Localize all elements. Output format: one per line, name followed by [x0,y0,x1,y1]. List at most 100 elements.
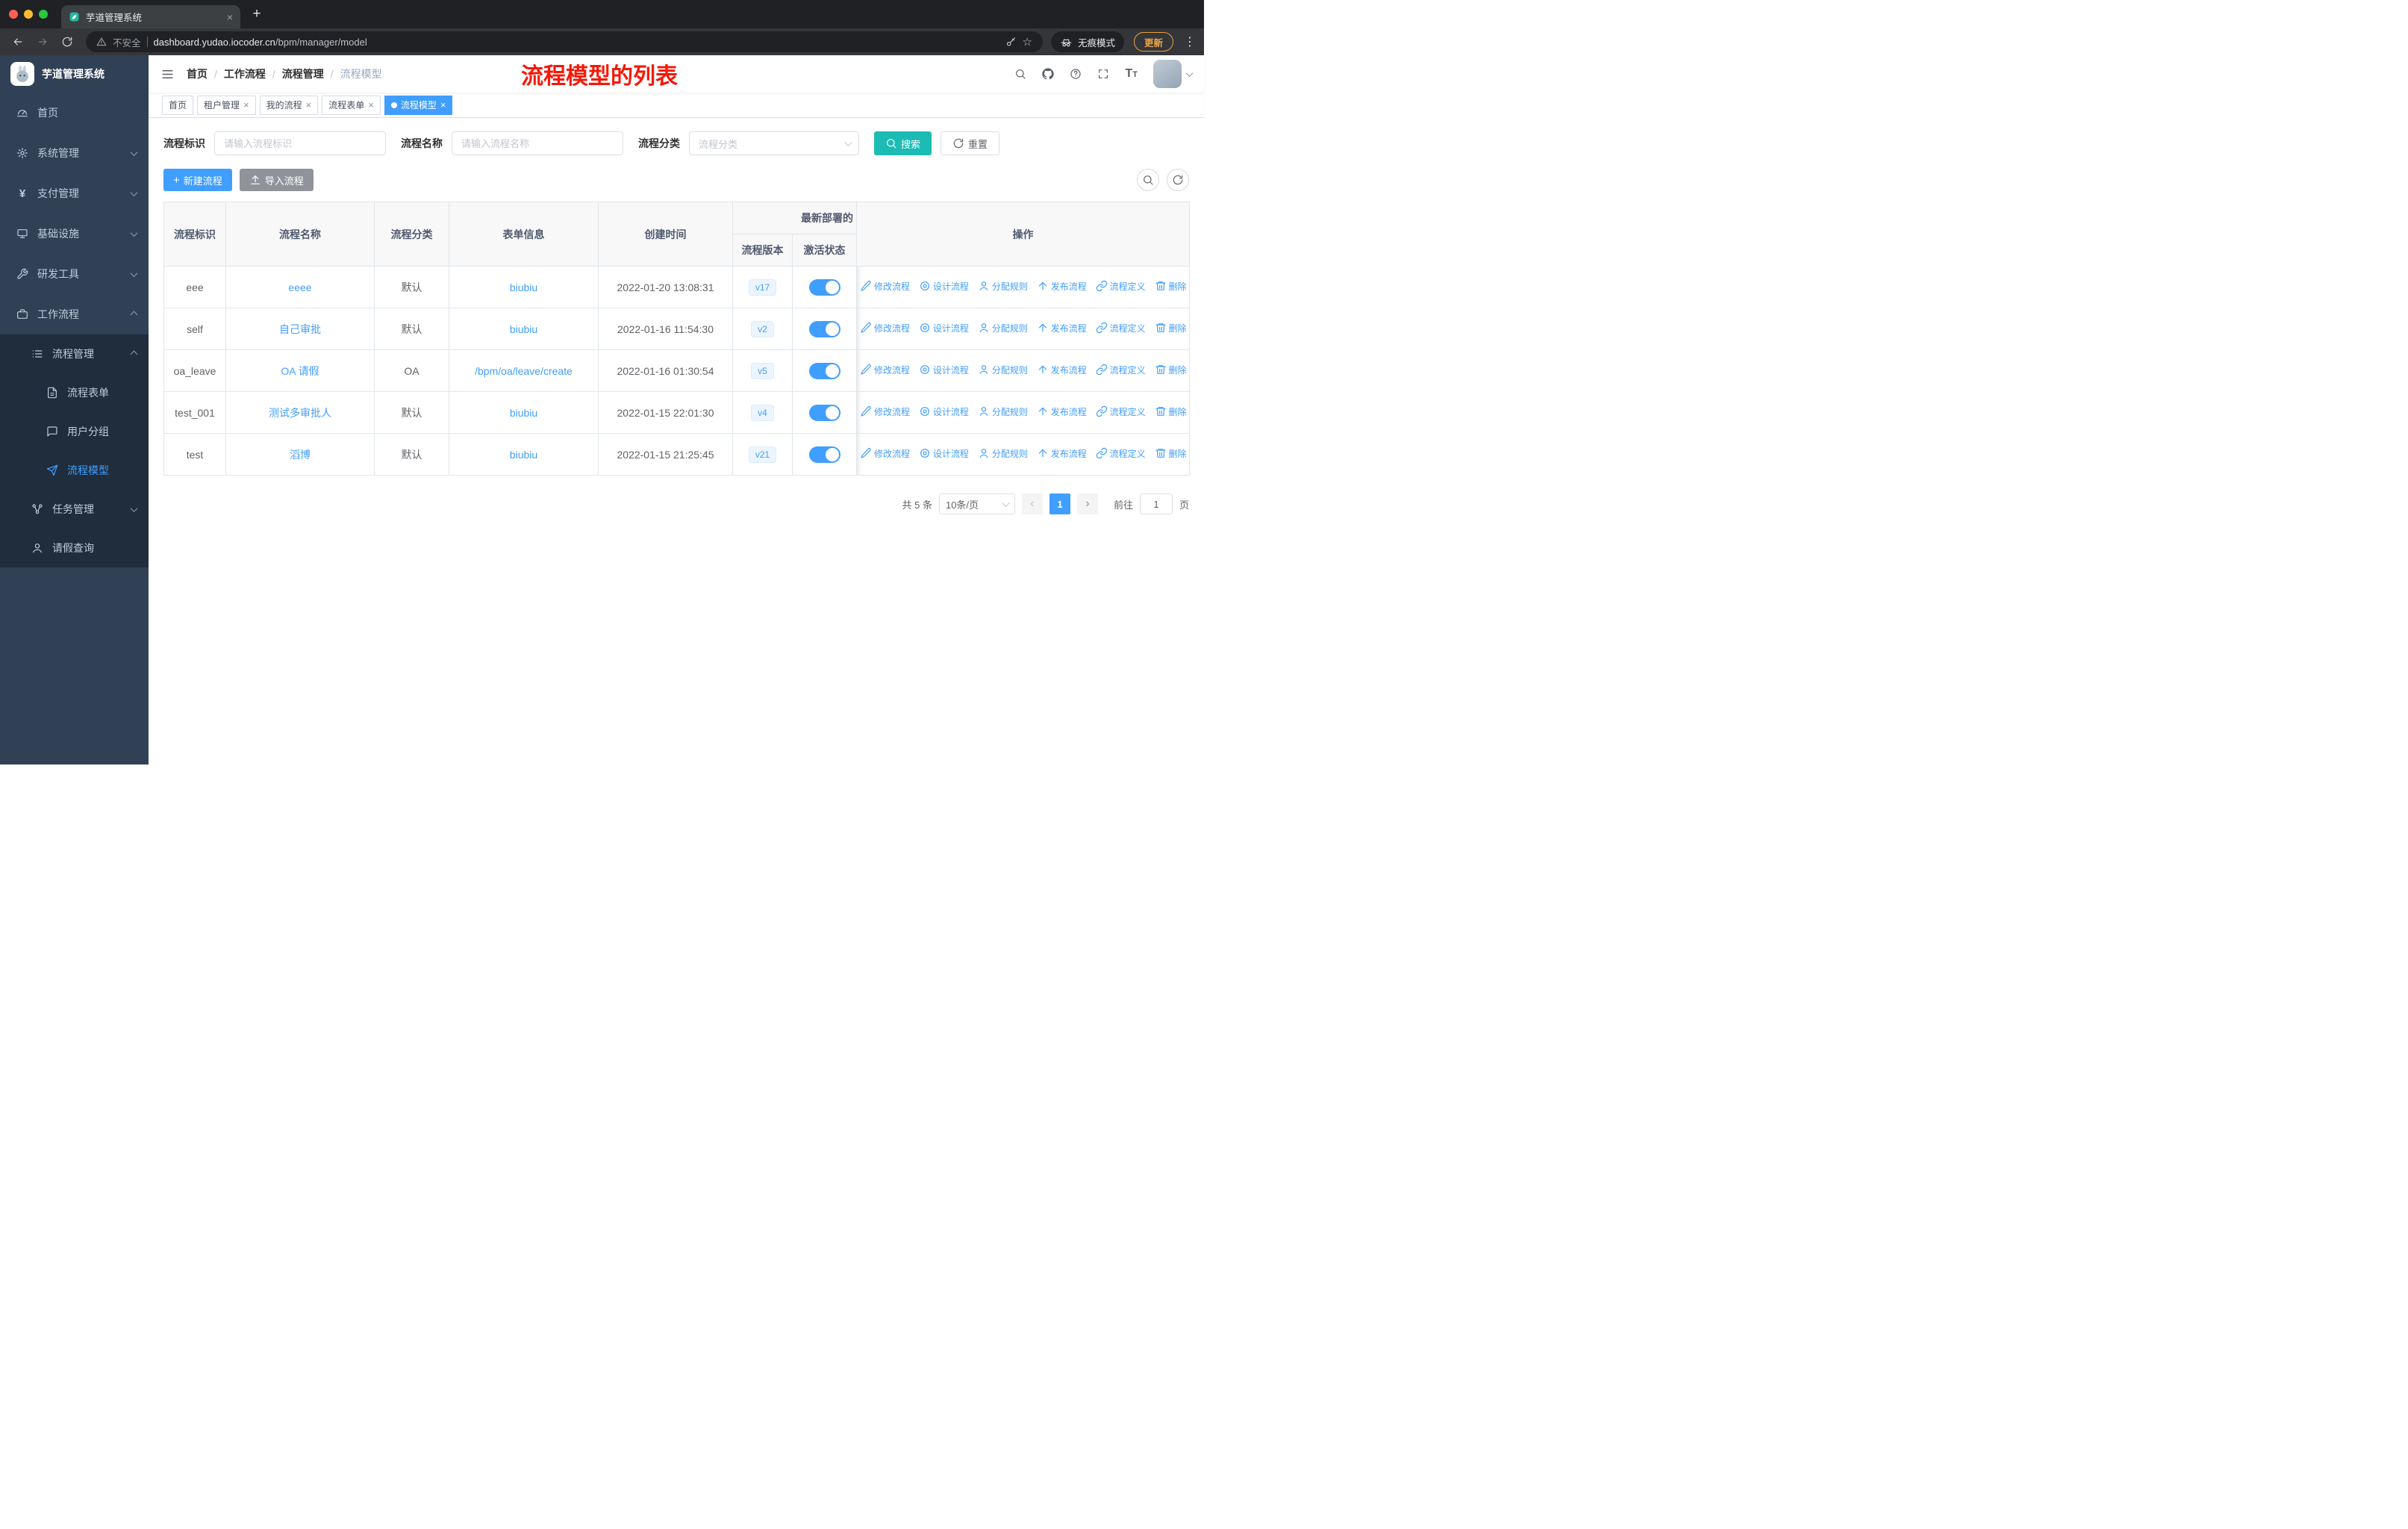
process-name-link[interactable]: 滔博 [290,449,311,461]
modify-process-link[interactable]: 修改流程 [860,405,910,418]
browser-tab[interactable]: 芋道管理系统 × [61,5,240,28]
publish-process-link[interactable]: 发布流程 [1037,405,1087,418]
new-tab-button[interactable]: + [246,4,267,25]
bookmark-star-icon[interactable]: ☆ [1023,35,1032,49]
modify-process-link[interactable]: 修改流程 [860,280,910,293]
window-minimize-button[interactable] [24,10,33,19]
forward-button[interactable] [32,31,53,52]
sidebar-item-process-model[interactable]: 流程模型 [0,451,149,490]
tag-close-icon[interactable]: × [243,99,249,110]
header-search-icon[interactable] [1014,68,1026,80]
font-size-icon[interactable]: TT [1125,68,1138,80]
design-process-link[interactable]: 设计流程 [919,447,969,460]
tab-close-icon[interactable]: × [227,11,233,23]
tag-process-model[interactable]: 流程模型 × [384,95,453,115]
sidebar-item-process-mgmt[interactable]: 流程管理 [0,334,149,373]
design-process-link[interactable]: 设计流程 [919,405,969,418]
active-toggle[interactable] [808,362,840,379]
tag-close-icon[interactable]: × [440,99,446,110]
process-definition-link[interactable]: 流程定义 [1096,447,1146,460]
sidebar-item-home[interactable]: 首页 [0,93,149,133]
sidebar-item-workflow[interactable]: 工作流程 [0,294,149,334]
publish-process-link[interactable]: 发布流程 [1037,322,1087,334]
design-process-link[interactable]: 设计流程 [919,322,969,334]
breadcrumb-item[interactable]: 首页 [187,66,224,81]
process-definition-link[interactable]: 流程定义 [1096,405,1146,418]
sidebar-item-system-mgmt[interactable]: 系统管理 [0,133,149,173]
sidebar-item-leave-query[interactable]: 请假查询 [0,529,149,567]
active-toggle[interactable] [808,404,840,421]
active-toggle[interactable] [808,320,840,337]
current-page-button[interactable]: 1 [1049,493,1070,514]
import-process-button[interactable]: 导入流程 [239,169,314,191]
browser-update-button[interactable]: 更新 [1133,32,1173,52]
modify-process-link[interactable]: 修改流程 [860,322,910,334]
sidebar-item-infrastructure[interactable]: 基础设施 [0,214,149,254]
sidebar-item-process-form[interactable]: 流程表单 [0,373,149,412]
process-category-select[interactable]: 流程分类 [689,131,859,155]
publish-process-link[interactable]: 发布流程 [1037,280,1087,293]
page-size-select[interactable]: 10条/页 [938,493,1015,514]
back-button[interactable] [7,31,28,52]
assign-rule-link[interactable]: 分配规则 [978,447,1028,460]
app-logo[interactable]: 芋道管理系统 [0,55,149,93]
sidebar-item-dev-tools[interactable]: 研发工具 [0,254,149,294]
assign-rule-link[interactable]: 分配规则 [978,364,1028,376]
process-name-link[interactable]: OA 请假 [281,365,319,377]
process-definition-link[interactable]: 流程定义 [1096,280,1146,293]
modify-process-link[interactable]: 修改流程 [860,364,910,376]
prev-page-button[interactable]: ‹ [1021,493,1043,514]
sidebar-item-payment-mgmt[interactable]: ¥ 支付管理 [0,173,149,214]
window-close-button[interactable] [9,10,18,19]
browser-menu-icon[interactable]: ⋮ [1183,34,1197,49]
user-menu[interactable] [1153,60,1194,88]
process-name-link[interactable]: 测试多审批人 [269,407,331,419]
breadcrumb-item[interactable]: 工作流程 [224,66,282,81]
tag-close-icon[interactable]: × [368,99,374,110]
sidebar-item-task-mgmt[interactable]: 任务管理 [0,490,149,529]
delete-process-link[interactable]: 删除 [1155,364,1187,376]
process-name-link[interactable]: 自己审批 [279,323,321,335]
delete-process-link[interactable]: 删除 [1155,322,1187,334]
sidebar-item-user-group[interactable]: 用户分组 [0,412,149,451]
publish-process-link[interactable]: 发布流程 [1037,364,1087,376]
window-zoom-button[interactable] [39,10,48,19]
process-definition-link[interactable]: 流程定义 [1096,364,1146,376]
form-info-link[interactable]: biubiu [510,323,537,335]
password-key-icon[interactable] [1005,37,1017,48]
breadcrumb-item[interactable]: 流程管理 [282,66,340,81]
delete-process-link[interactable]: 删除 [1155,280,1187,293]
create-process-button[interactable]: + 新建流程 [163,169,232,191]
form-info-link[interactable]: biubiu [510,407,537,419]
active-toggle[interactable] [808,278,840,296]
tag-my-process[interactable]: 我的流程 × [259,95,319,115]
tag-tenant-mgmt[interactable]: 租户管理 × [197,95,256,115]
search-button[interactable]: 搜索 [874,131,932,155]
reload-button[interactable] [57,31,78,52]
tag-close-icon[interactable]: × [306,99,312,110]
address-bar[interactable]: 不安全 dashboard.yudao.iocoder.cn/bpm/manag… [86,31,1043,52]
refresh-table-button[interactable] [1167,169,1189,191]
process-name-input[interactable] [452,131,623,155]
design-process-link[interactable]: 设计流程 [919,364,969,376]
process-key-input[interactable] [214,131,386,155]
help-icon[interactable] [1070,68,1082,80]
delete-process-link[interactable]: 删除 [1155,447,1187,460]
form-info-link[interactable]: biubiu [510,281,537,293]
active-toggle[interactable] [808,446,840,463]
assign-rule-link[interactable]: 分配规则 [978,322,1028,334]
assign-rule-link[interactable]: 分配规则 [978,280,1028,293]
modify-process-link[interactable]: 修改流程 [860,447,910,460]
process-name-link[interactable]: eeee [288,281,311,293]
fullscreen-icon[interactable] [1097,68,1109,80]
delete-process-link[interactable]: 删除 [1155,405,1187,418]
tag-home[interactable]: 首页 [162,95,194,115]
goto-page-input[interactable] [1139,493,1173,514]
tag-process-form[interactable]: 流程表单 × [322,95,381,115]
form-info-link[interactable]: /bpm/oa/leave/create [475,365,573,377]
github-icon[interactable] [1042,68,1055,80]
reset-button[interactable]: 重置 [941,131,1000,155]
publish-process-link[interactable]: 发布流程 [1037,447,1087,460]
process-definition-link[interactable]: 流程定义 [1096,322,1146,334]
assign-rule-link[interactable]: 分配规则 [978,405,1028,418]
